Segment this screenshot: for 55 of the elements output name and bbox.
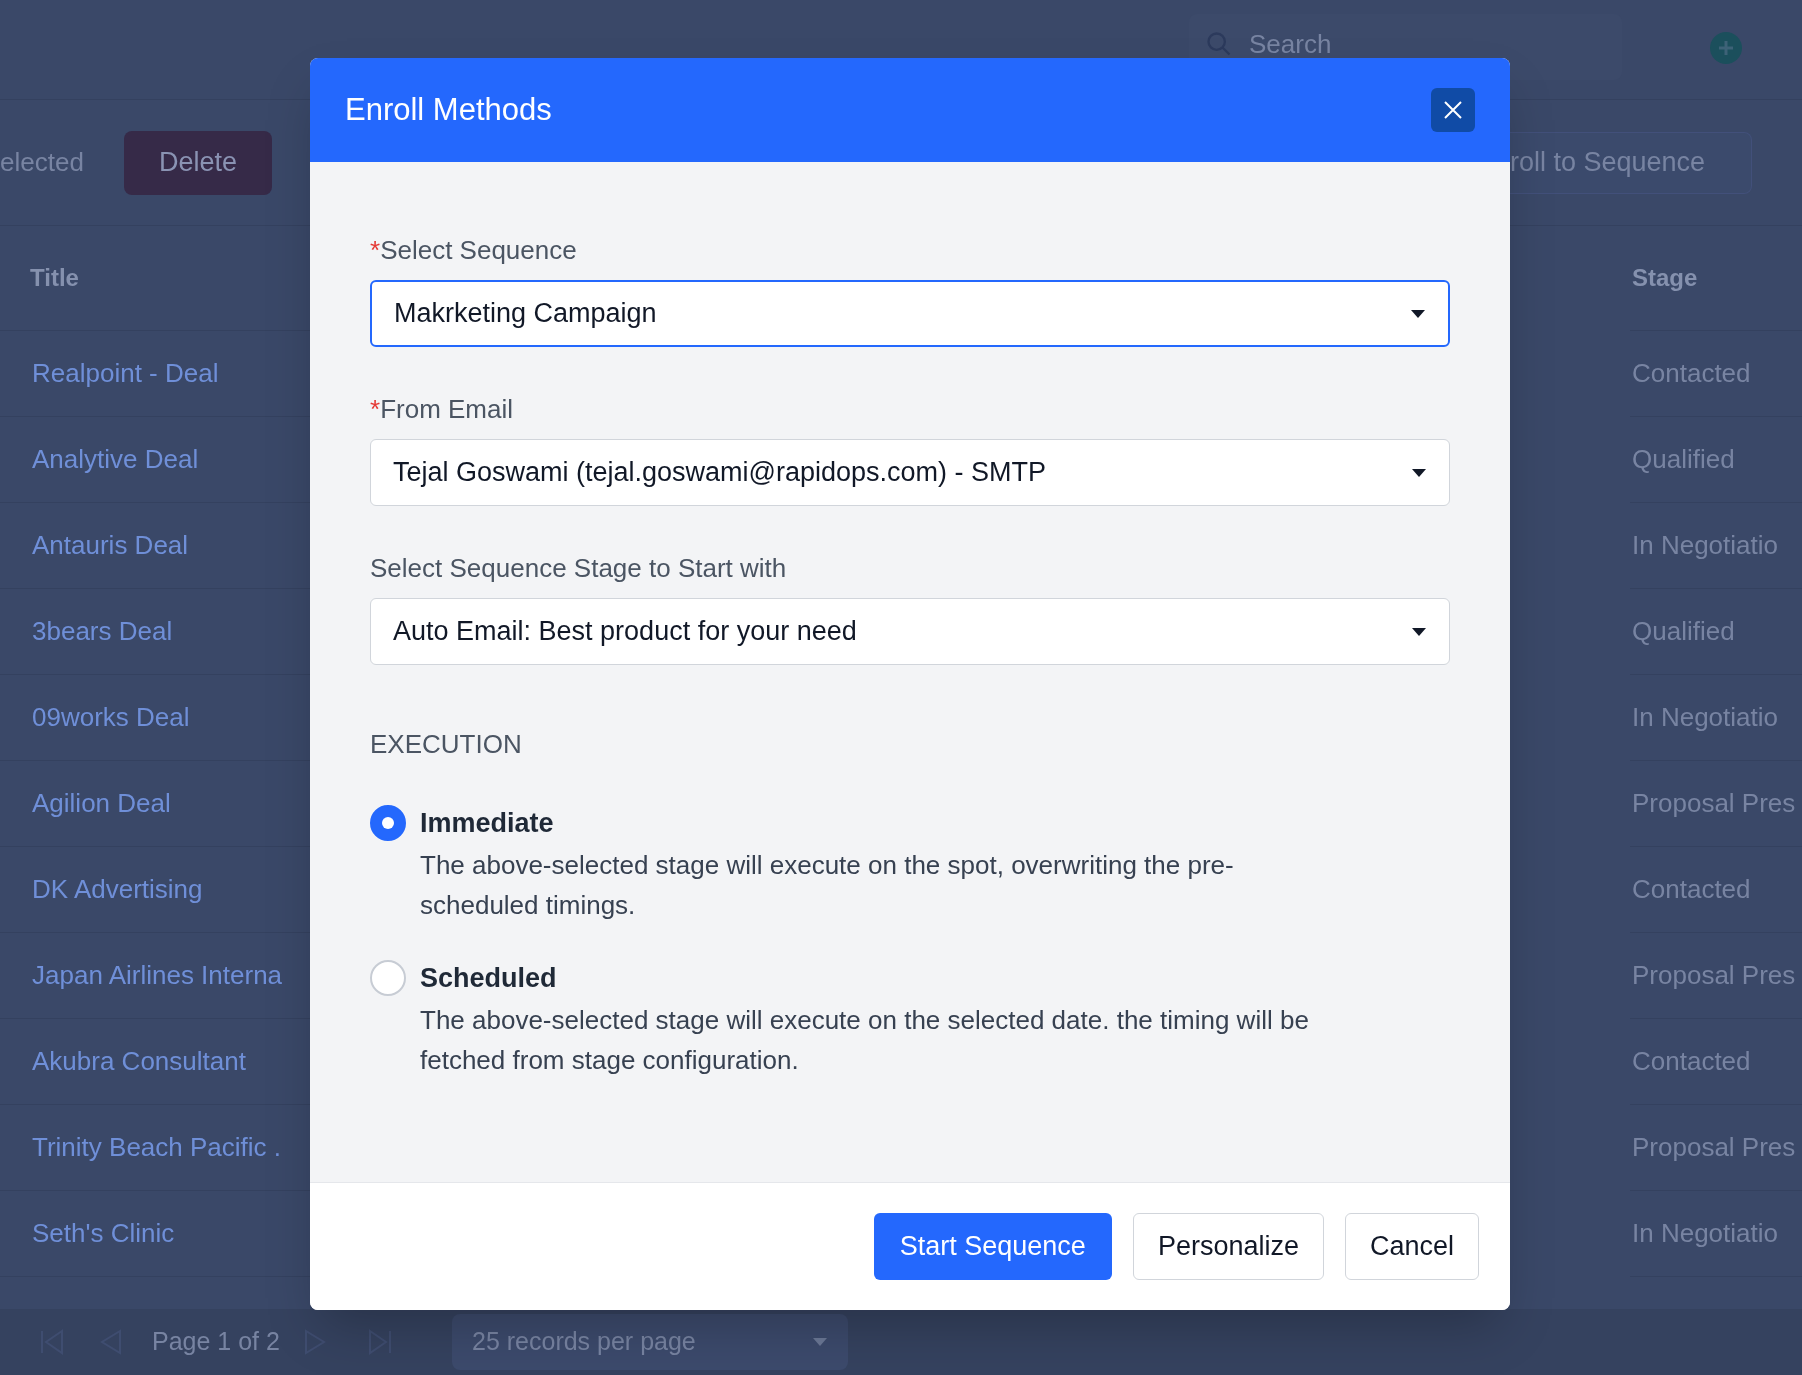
deal-link[interactable]: Analytive Deal	[32, 440, 199, 479]
select-field[interactable]: Auto Email: Best product for your need	[370, 598, 1450, 665]
dialog-title: Enroll Methods	[345, 90, 552, 129]
option-description: The above-selected stage will execute on the spot, overwriting the pre-scheduled timings.	[420, 849, 1235, 922]
deal-link[interactable]: Realpoint - Deal	[32, 354, 219, 393]
table-cell-text: Qualified	[1632, 443, 1735, 476]
table-cell-text: In Negotiatio	[1632, 529, 1778, 562]
deal-link[interactable]: 09works Deal	[32, 698, 190, 737]
table-cell-text: Contacted	[1632, 1045, 1751, 1078]
table-cell-text: In Negotiatio	[1632, 1217, 1778, 1250]
table-cell-text: Contacted	[1632, 357, 1751, 390]
selection-count: elected	[0, 146, 85, 179]
field-label: Select Sequence Stage to Start with	[370, 552, 788, 584]
table-cell-text: Proposal Pres	[1632, 1131, 1796, 1164]
deal-link[interactable]: Antauris Deal	[32, 526, 189, 565]
deal-link[interactable]: Akubra Consultant	[32, 1042, 246, 1081]
caret-icon	[1411, 626, 1427, 637]
dialog-button[interactable]: Cancel	[1344, 1213, 1479, 1280]
table-cell-text: In Negotiatio	[1632, 701, 1778, 734]
search-icon	[1205, 30, 1233, 58]
column-header: Stage	[1632, 263, 1698, 293]
deal-link[interactable]: Japan Airlines Interna	[32, 956, 283, 995]
deal-link[interactable]: 3bears Deal	[32, 612, 173, 651]
enroll-button[interactable]: roll to Sequence	[1510, 131, 1752, 194]
deal-link[interactable]: Seth's Clinic	[32, 1214, 175, 1253]
dialog-button[interactable]: Start Sequence	[873, 1213, 1112, 1280]
table-cell-text: Qualified	[1632, 615, 1735, 648]
radio-button[interactable]	[370, 805, 406, 841]
deal-link[interactable]: DK Advertising	[32, 870, 203, 909]
option-label: Immediate	[420, 807, 555, 840]
table-cell-text: Proposal Pres	[1632, 787, 1796, 820]
last-page-icon[interactable]	[366, 1328, 394, 1356]
radio-button[interactable]	[370, 960, 406, 996]
table-cell-text: Contacted	[1632, 873, 1751, 906]
select-field[interactable]: Tejal Goswami (tejal.goswami@rapidops.com) - SMTP	[370, 439, 1450, 506]
page-indicator: Page 1 of 2	[152, 1326, 281, 1358]
option-label: Scheduled	[420, 962, 558, 995]
deal-link[interactable]: Trinity Beach Pacific .	[32, 1128, 281, 1167]
delete-button[interactable]: Delete	[124, 130, 272, 195]
section-heading: EXECUTION	[370, 728, 523, 761]
dialog-button[interactable]: Personalize	[1132, 1213, 1324, 1280]
caret-icon	[1411, 467, 1427, 478]
option-description: The above-selected stage will execute on the selected date. the timing will be fetched from stage configuration.	[420, 1004, 1310, 1077]
close-button[interactable]	[1431, 88, 1475, 132]
caret-icon	[812, 1337, 828, 1347]
caret-icon	[1410, 308, 1426, 319]
select-field[interactable]: Makrketing Campaign	[370, 280, 1450, 347]
deal-link[interactable]: Agilion Deal	[32, 784, 171, 823]
close-icon	[1443, 100, 1463, 120]
column-header: Title	[30, 263, 79, 293]
per-page-select[interactable]: 25 records per page	[452, 1314, 848, 1370]
field-label: *Select Sequence	[370, 234, 578, 266]
field-label: *From Email	[370, 393, 515, 425]
table-cell-text: Proposal Pres	[1632, 959, 1796, 992]
add-icon[interactable]	[1710, 32, 1742, 64]
